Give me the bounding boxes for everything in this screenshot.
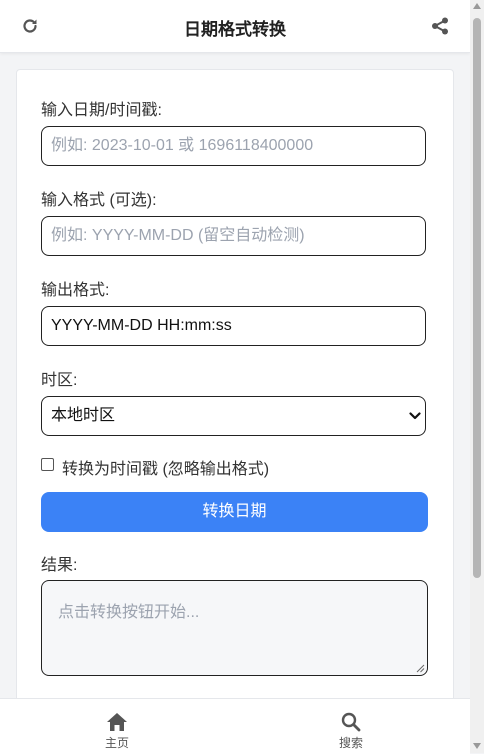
- home-icon: [107, 713, 127, 731]
- scroll-down-arrow-icon[interactable]: [473, 743, 481, 749]
- date-input-label: 输入日期/时间戳:: [41, 102, 162, 119]
- nav-home-label: 主页: [104, 736, 129, 750]
- to-timestamp-label[interactable]: 转换为时间戳 (忽略输出格式): [62, 455, 269, 479]
- scroll-up-arrow-icon[interactable]: [473, 3, 481, 9]
- convert-button[interactable]: 转换日期: [41, 492, 428, 532]
- output-format-field[interactable]: YYYY-MM-DD HH:mm:ss: [41, 306, 426, 346]
- top-bar: 日期格式转换: [0, 0, 470, 53]
- nav-search-label: 搜索: [338, 736, 363, 750]
- page-title: 日期格式转换: [184, 20, 286, 39]
- scrollbar-thumb[interactable]: [473, 18, 481, 578]
- nav-item-home[interactable]: 主页: [87, 712, 147, 751]
- timezone-selected-value: 本地时区: [51, 407, 116, 424]
- input-format-field[interactable]: 例如: YYYY-MM-DD (留空自动检测): [41, 216, 426, 256]
- share-icon[interactable]: [430, 16, 450, 36]
- timezone-label: 时区:: [41, 372, 78, 389]
- result-placeholder: 点击转换按钮开始...: [58, 604, 200, 621]
- result-textarea[interactable]: 点击转换按钮开始...: [41, 580, 428, 676]
- bottom-nav: [0, 698, 470, 754]
- chevron-down-icon: [409, 412, 421, 420]
- to-timestamp-checkbox[interactable]: [41, 458, 54, 471]
- search-icon: [341, 712, 361, 732]
- input-format-label: 输入格式 (可选):: [41, 192, 157, 209]
- output-format-label: 输出格式:: [41, 282, 110, 299]
- resize-grip-icon[interactable]: [416, 664, 425, 673]
- result-label: 结果:: [41, 557, 78, 574]
- timezone-select[interactable]: 本地时区: [41, 396, 426, 436]
- nav-item-search[interactable]: 搜索: [321, 712, 381, 751]
- date-input-field[interactable]: 例如: 2023-10-01 或 1696118400000: [41, 126, 426, 166]
